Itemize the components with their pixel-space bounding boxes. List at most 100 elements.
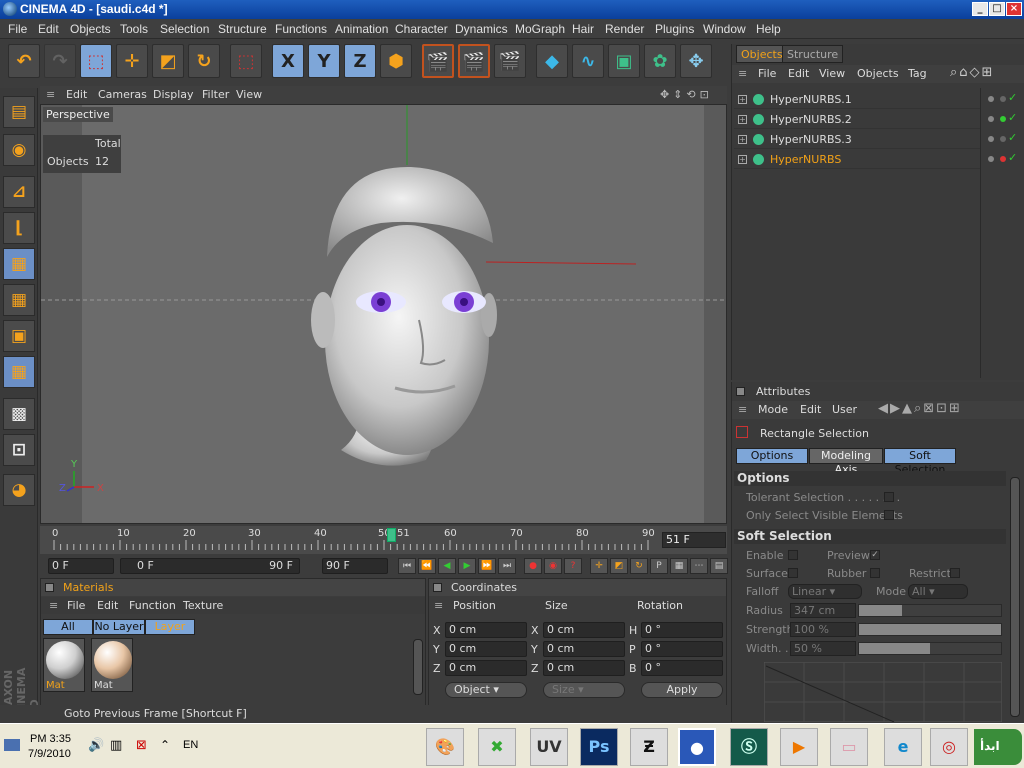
folder-icon[interactable]: ▭ xyxy=(830,728,868,766)
menu-dynamics[interactable]: Dynamics xyxy=(455,22,508,36)
monitor-icon[interactable] xyxy=(4,739,20,751)
materials-scrollbar[interactable] xyxy=(413,639,423,695)
ie-icon[interactable]: e xyxy=(884,728,922,766)
tab-structure[interactable]: Structure xyxy=(782,45,844,63)
tab-soft-selection[interactable]: Soft Selection xyxy=(884,448,956,476)
chrome-icon[interactable]: ◎ xyxy=(930,728,968,766)
material-swatch[interactable]: Mat xyxy=(43,638,85,692)
obj-menu-tag[interactable]: Tag xyxy=(908,67,927,80)
rot-h-field[interactable]: 0 ° xyxy=(641,622,723,638)
menu-animation[interactable]: Animation xyxy=(335,22,388,36)
width-slider[interactable] xyxy=(858,642,1002,655)
rubber-checkbox[interactable] xyxy=(870,568,880,578)
materials-menu-function[interactable]: Function xyxy=(129,599,176,612)
obj-menu-view[interactable]: View xyxy=(819,67,845,80)
timeline[interactable]: 0 10 20 30 40 50 51 60 70 80 90 51 F xyxy=(40,526,727,554)
use-axis-tool-icon[interactable]: ⌊ xyxy=(3,212,35,244)
close-button[interactable]: × xyxy=(1006,2,1022,16)
restore-button[interactable]: □ xyxy=(989,2,1005,16)
key-scale-icon[interactable]: ◩ xyxy=(610,558,628,574)
use-points-tool-icon[interactable]: ▦ xyxy=(3,248,35,280)
prev-frame-icon[interactable]: ◀ xyxy=(438,558,456,574)
viewport-menu-display[interactable]: Display xyxy=(153,88,194,101)
menu-mograph[interactable]: MoGraph xyxy=(515,22,565,36)
keyframe-selection-icon[interactable]: ? xyxy=(564,558,582,574)
range-slider[interactable]: 0 F 90 F xyxy=(120,558,300,574)
goto-end-icon[interactable]: ⏭ xyxy=(498,558,516,574)
key-position-icon[interactable]: ✛ xyxy=(590,558,608,574)
minimize-button[interactable]: _ xyxy=(972,2,988,16)
viewport-menu-view[interactable]: View xyxy=(236,88,262,101)
obj-menu-file[interactable]: File xyxy=(758,67,776,80)
restrict-checkbox[interactable] xyxy=(950,568,960,578)
y-axis-lock-button[interactable]: Y xyxy=(308,44,340,78)
scheme-icon[interactable]: ▤ xyxy=(710,558,728,574)
record-icon[interactable]: ● xyxy=(524,558,542,574)
menu-functions[interactable]: Functions xyxy=(275,22,327,36)
volume-icon[interactable]: 🔊 xyxy=(88,738,104,753)
paint-icon[interactable]: 🎨 xyxy=(426,728,464,766)
autokey-icon[interactable]: ◉ xyxy=(544,558,562,574)
obj-menu-objects[interactable]: Objects xyxy=(857,67,899,80)
redo-icon[interactable]: ↷ xyxy=(44,44,76,78)
media-player-icon[interactable]: ▶ xyxy=(780,728,818,766)
pos-y-field[interactable]: 0 cm xyxy=(445,641,527,657)
tray-expand-icon[interactable]: ⌃ xyxy=(160,738,170,752)
play-icon[interactable]: ▶ xyxy=(458,558,476,574)
key-parameter-icon[interactable]: P xyxy=(650,558,668,574)
menu-edit[interactable]: Edit xyxy=(38,22,59,36)
use-object-tool-icon[interactable]: ◉ xyxy=(3,134,35,166)
radius-field[interactable]: 347 cm xyxy=(790,603,856,618)
perspective-viewport[interactable]: Perspective Total Objects 12 Y X Z xyxy=(40,104,727,524)
attr-menu-user[interactable]: User xyxy=(832,403,857,416)
attr-menu-mode[interactable]: Mode xyxy=(758,403,788,416)
end-frame-field[interactable]: 90 F xyxy=(322,558,388,574)
visibility-toggles[interactable]: ✓ xyxy=(982,150,1022,169)
object-row[interactable]: + HyperNURBS.2 xyxy=(734,110,980,129)
falloff-curve-graph[interactable] xyxy=(764,662,1002,722)
move-icon[interactable]: ✛ xyxy=(116,44,148,78)
render-view-icon[interactable]: 🎬 xyxy=(422,44,454,78)
obj-menu-edit[interactable]: Edit xyxy=(788,67,809,80)
undo-icon[interactable]: ↶ xyxy=(8,44,40,78)
security-alert-icon[interactable]: ⊠ xyxy=(136,738,147,753)
menu-character[interactable]: Character xyxy=(395,22,448,36)
size-x-field[interactable]: 0 cm xyxy=(543,622,625,638)
messenger-icon[interactable]: ✖ xyxy=(478,728,516,766)
falloff-dropdown[interactable]: Linear ▾ xyxy=(788,584,862,599)
visibility-toggles[interactable]: ✓ xyxy=(982,110,1022,129)
goto-start-icon[interactable]: ⏮ xyxy=(398,558,416,574)
vray-icon[interactable]: Ⓢ xyxy=(730,728,768,766)
attributes-panel-toggle[interactable] xyxy=(736,387,745,396)
x-axis-lock-button[interactable]: X xyxy=(272,44,304,78)
key-rotation-icon[interactable]: ↻ xyxy=(630,558,648,574)
viewport-menu-filter[interactable]: Filter xyxy=(202,88,229,101)
z-axis-lock-button[interactable]: Z xyxy=(344,44,376,78)
workplane-icon[interactable]: ⊡ xyxy=(3,434,35,466)
visibility-toggles[interactable]: ✓ xyxy=(982,90,1022,109)
network-icon[interactable]: ▥ xyxy=(110,738,122,753)
menu-window[interactable]: Window xyxy=(703,22,746,36)
rectangle-selection-icon[interactable]: ⬚ xyxy=(230,44,262,78)
start-button[interactable]: ابدأ xyxy=(974,729,1022,765)
live-selection-icon[interactable]: ⬚ xyxy=(80,44,112,78)
use-model-tool-icon[interactable]: ▤ xyxy=(3,96,35,128)
menu-tools[interactable]: Tools xyxy=(120,22,148,36)
menu-help[interactable]: Help xyxy=(756,22,781,36)
material-swatch[interactable]: Mat xyxy=(91,638,133,692)
use-edges-tool-icon[interactable]: ▦ xyxy=(3,284,35,316)
strength-slider[interactable] xyxy=(858,623,1002,636)
tab-options[interactable]: Options xyxy=(736,448,808,464)
size-y-field[interactable]: 0 cm xyxy=(543,641,625,657)
mat-tab-all[interactable]: All xyxy=(43,619,93,635)
deformer-icon[interactable]: ✥ xyxy=(680,44,712,78)
apply-button[interactable]: Apply xyxy=(641,682,723,698)
sculpt-icon[interactable]: ◕ xyxy=(3,474,35,506)
size-mode-dropdown[interactable]: Size ▾ xyxy=(543,682,625,698)
menu-selection[interactable]: Selection xyxy=(160,22,209,36)
materials-menu-file[interactable]: File xyxy=(67,599,85,612)
key-pla-icon[interactable]: ▦ xyxy=(670,558,688,574)
use-texture-tool-icon[interactable]: ⊿ xyxy=(3,176,35,208)
attr-menu-tools-icons[interactable]: ◀▶▲⌕⊠⊡⊞ xyxy=(878,401,962,416)
current-frame-field[interactable]: 51 F xyxy=(662,532,726,548)
